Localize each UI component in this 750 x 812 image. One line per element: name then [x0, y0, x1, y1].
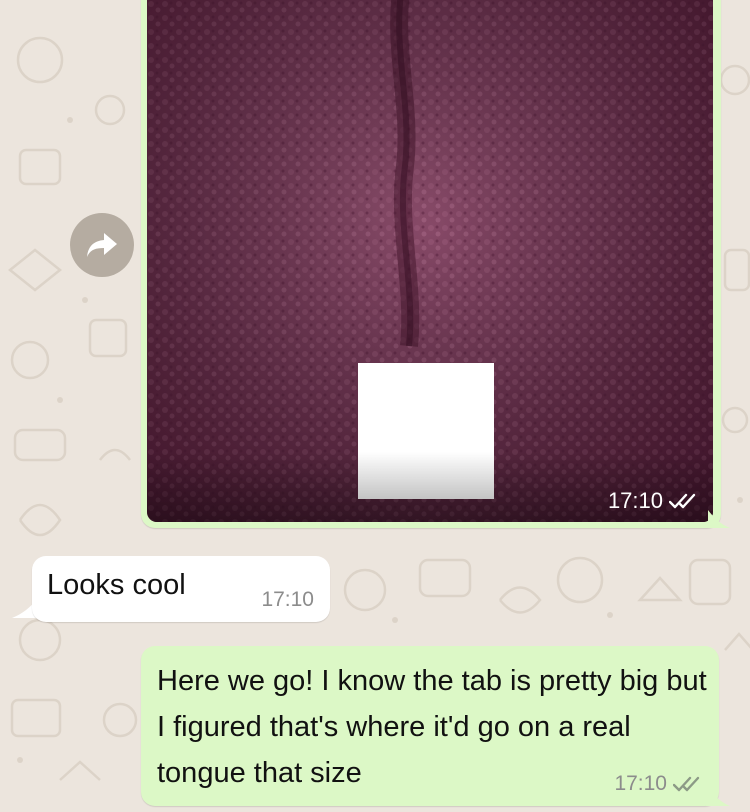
forward-arrow-icon: [87, 233, 117, 257]
forward-button[interactable]: [70, 213, 134, 277]
message-text: Looks cool: [47, 569, 186, 601]
double-check-icon: [669, 493, 696, 509]
shared-photo[interactable]: 17:10: [147, 0, 713, 522]
incoming-text-message[interactable]: Looks cool 17:10: [32, 556, 330, 622]
text-message-meta: 17:10: [614, 772, 703, 796]
outgoing-image-message[interactable]: 17:10: [141, 0, 721, 528]
outgoing-text-message[interactable]: Here we go! I know the tab is pretty big…: [141, 646, 719, 806]
outgoing-bubble-tail: [706, 784, 730, 806]
message-time: 17:10: [614, 772, 667, 795]
message-time: 17:10: [261, 588, 314, 611]
message-time: 17:10: [607, 488, 663, 513]
image-message-meta: 17:10: [608, 488, 699, 514]
outgoing-bubble-tail: [708, 510, 730, 528]
double-check-icon: [673, 776, 700, 792]
